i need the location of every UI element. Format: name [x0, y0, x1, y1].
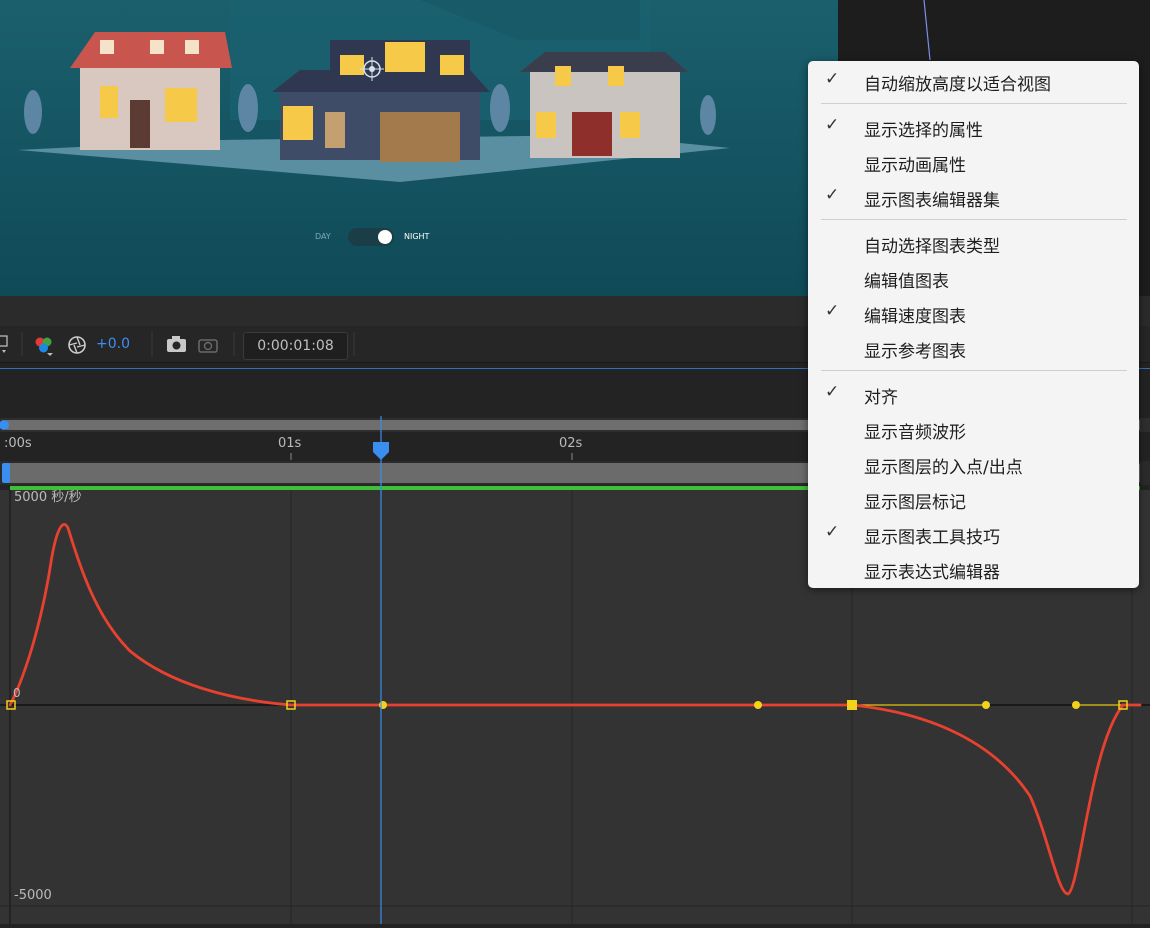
menu-item[interactable]: ✓ 显示图表工具技巧 [808, 516, 1139, 551]
ruler-label-2: 02s [559, 436, 583, 451]
ruler-label-0: :00s [4, 436, 32, 451]
bezier-handle-point[interactable] [379, 701, 387, 709]
y-axis-bottom-label: -5000 [14, 888, 52, 903]
menu-item[interactable]: 显示音频波形 [808, 411, 1139, 446]
checkmark-icon: ✓ [825, 382, 840, 402]
checkmark-icon [825, 417, 843, 435]
menu-item-label: 显示图表工具技巧 [864, 528, 1000, 548]
menu-item-label: 显示图表编辑器集 [864, 191, 1000, 211]
menu-separator [821, 103, 1127, 104]
menu-item[interactable]: 自动选择图表类型 [808, 225, 1139, 260]
bezier-handle-point[interactable] [754, 701, 762, 709]
show-snapshot-icon[interactable] [198, 339, 218, 353]
toggle-night-label: NIGHT [404, 232, 430, 241]
menu-item[interactable]: ✓ 自动缩放高度以适合视图 [808, 63, 1139, 98]
checkmark-icon: ✓ [825, 301, 840, 321]
graph-options-menu: ✓ 自动缩放高度以适合视图 ✓ 显示选择的属性 显示动画属性 ✓ 显示图表编辑器集 自动选择图… [808, 61, 1139, 588]
ruler-label-1: 01s [278, 436, 302, 451]
snapshot-camera-icon[interactable] [167, 336, 186, 352]
menu-item-label: 显示动画属性 [864, 156, 966, 176]
exposure-icon[interactable] [68, 336, 86, 354]
menu-item[interactable]: 编辑值图表 [808, 260, 1139, 295]
menu-item-label: 显示音频波形 [864, 423, 966, 443]
keyframe-marker-selected[interactable] [847, 700, 857, 710]
menu-item-label: 显示参考图表 [864, 342, 966, 362]
current-time-display[interactable]: 0:00:01:08 [243, 332, 348, 360]
bezier-handle-point[interactable] [982, 701, 990, 709]
menu-item[interactable]: 显示图层的入点/出点 [808, 446, 1139, 481]
menu-item[interactable]: 显示图层标记 [808, 481, 1139, 516]
menu-item[interactable]: 显示参考图表 [808, 330, 1139, 365]
house-right [520, 52, 688, 158]
menu-item-label: 编辑值图表 [864, 272, 949, 292]
menu-item-label: 自动选择图表类型 [864, 237, 1000, 257]
checkmark-icon [825, 336, 843, 354]
menu-item-label: 对齐 [864, 388, 898, 408]
menu-separator [821, 219, 1127, 220]
checkmark-icon: ✓ [825, 522, 840, 542]
menu-item-label: 显示图层的入点/出点 [864, 458, 1023, 478]
preview-illustration: DAY NIGHT [0, 0, 838, 296]
menu-item[interactable]: ✓ 编辑速度图表 [808, 295, 1139, 330]
menu-item-label: 显示表达式编辑器 [864, 563, 1000, 583]
checkmark-icon [825, 150, 843, 168]
composition-preview[interactable]: DAY NIGHT [0, 0, 838, 296]
menu-item[interactable]: 显示表达式编辑器 [808, 551, 1139, 586]
exposure-value[interactable]: +0.0 [96, 336, 130, 352]
checkmark-icon: ✓ [825, 115, 840, 135]
menu-item-label: 编辑速度图表 [864, 307, 966, 327]
bezier-handle-point[interactable] [1072, 701, 1080, 709]
house-left [70, 32, 232, 150]
menu-item[interactable]: 显示动画属性 [808, 144, 1139, 179]
checkmark-icon [825, 266, 843, 284]
checkmark-icon [825, 557, 843, 575]
toggle-knob [378, 230, 392, 244]
y-axis-zero-label: 0 [13, 686, 21, 700]
checkmark-icon [825, 452, 843, 470]
checkmark-icon: ✓ [825, 69, 840, 89]
y-axis-top-label: 5000 秒/秒 [14, 490, 82, 505]
menu-item-label: 显示图层标记 [864, 493, 966, 513]
toggle-day-label: DAY [315, 232, 331, 241]
menu-separator [821, 370, 1127, 371]
checkmark-icon [825, 231, 843, 249]
menu-item[interactable]: ✓ 对齐 [808, 376, 1139, 411]
region-icon[interactable] [0, 335, 8, 353]
work-area-start-handle[interactable] [2, 463, 10, 483]
menu-item[interactable]: ✓ 显示图表编辑器集 [808, 179, 1139, 214]
menu-item[interactable]: ✓ 显示选择的属性 [808, 109, 1139, 144]
checkmark-icon: ✓ [825, 185, 840, 205]
menu-item-label: 自动缩放高度以适合视图 [864, 75, 1051, 95]
color-channels-icon[interactable] [35, 337, 54, 357]
checkmark-icon [825, 487, 843, 505]
menu-item-label: 显示选择的属性 [864, 121, 983, 141]
